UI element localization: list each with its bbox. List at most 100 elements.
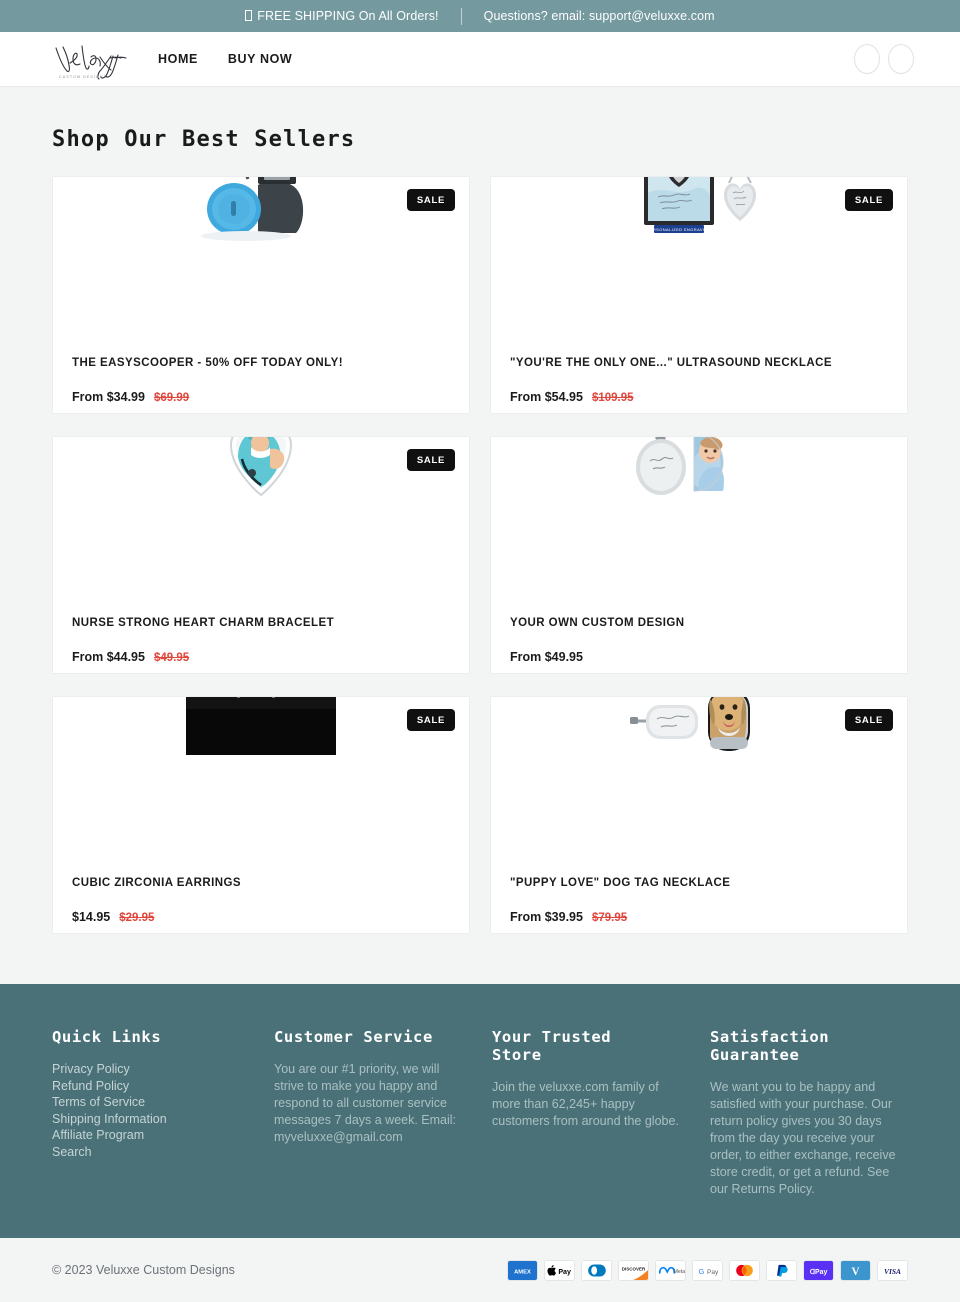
mastercard-icon	[729, 1259, 760, 1281]
logo-script-icon: CUSTOM DESIGNS	[55, 45, 127, 80]
site-header: CUSTOM DESIGNS HOME BUY NOW	[0, 32, 960, 87]
list-item[interactable]: Refund Policy	[52, 1078, 274, 1095]
copyright-text: © 2023 Veluxxe Custom Designs	[52, 1263, 235, 1277]
product-price-group: From $39.95 $79.95	[510, 910, 888, 924]
site-logo[interactable]: CUSTOM DESIGNS	[52, 37, 130, 81]
product-card[interactable]: SALE NURSE STRONG HEART CHARM BRACELET F…	[52, 436, 470, 674]
footer-heading: Satisfaction Guarantee	[710, 1028, 830, 1064]
footer-link-affiliate-program[interactable]: Affiliate Program	[52, 1127, 274, 1144]
footer-link-shipping-information[interactable]: Shipping Information	[52, 1111, 274, 1128]
bottom-bar: © 2023 Veluxxe Custom Designs AMEX Pay D…	[0, 1238, 960, 1302]
amex-icon: AMEX	[507, 1259, 538, 1281]
svg-text:Meta: Meta	[674, 1269, 685, 1275]
product-info: THE EASYSCOOPER - 50% OFF TODAY ONLY! Fr…	[53, 357, 469, 404]
product-image-custom-design	[636, 437, 724, 495]
product-compare-price: $69.99	[153, 392, 190, 404]
main-navigation: HOME BUY NOW	[158, 52, 292, 66]
product-price-group: From $34.99 $69.99	[72, 390, 450, 404]
product-title: CUBIC ZIRCONIA EARRINGS	[72, 877, 242, 889]
announcement-shipping-label: FREE SHIPPING On All Orders!	[257, 9, 439, 23]
product-card[interactable]: SALE PERSONALIZED ENGRAVING "YOU'RE THE …	[490, 176, 908, 414]
product-price-group: From $44.95 $49.95	[72, 650, 450, 664]
svg-text:VISA: VISA	[884, 1266, 901, 1275]
announcement-support: Questions? email: support@veluxxe.com	[483, 9, 715, 23]
nav-link-home[interactable]: HOME	[158, 52, 198, 66]
payment-methods-row: AMEX Pay DISCOVER Meta G Pay ᗡPay V VISA	[507, 1259, 908, 1281]
sale-badge: SALE	[406, 449, 455, 471]
product-compare-price: $29.95	[119, 912, 155, 924]
product-info: CUBIC ZIRCONIA EARRINGS $14.95 $29.95	[53, 877, 469, 924]
paypal-icon	[766, 1259, 797, 1281]
discover-icon: DISCOVER	[618, 1259, 649, 1281]
list-item[interactable]: Shipping Information	[52, 1111, 274, 1128]
main-content: Shop Our Best Sellers SALE THE EASYSCOOP…	[0, 87, 960, 934]
svg-text:PERSONALIZED ENGRAVING: PERSONALIZED ENGRAVING	[647, 227, 712, 232]
svg-text:G: G	[699, 1266, 705, 1275]
footer-body-text: You are our #1 priority, we will strive …	[274, 1062, 457, 1144]
product-card[interactable]: SALE	[490, 696, 908, 934]
product-image-easyscooper	[201, 177, 304, 241]
footer-heading: Quick Links	[52, 1028, 162, 1046]
search-icon[interactable]	[854, 44, 880, 74]
header-icon-group	[854, 44, 914, 74]
product-title: "YOU'RE THE ONLY ONE..." ULTRASOUND NECK…	[510, 357, 833, 369]
product-card[interactable]: YOUR OWN CUSTOM DESIGN From $49.95	[490, 436, 908, 674]
sale-badge: SALE	[406, 189, 455, 211]
cart-icon[interactable]	[888, 44, 914, 74]
product-grid: SALE THE EASYSCOOPER - 50% OFF TODAY ONL…	[52, 176, 908, 934]
product-image-nurse-bracelet	[229, 437, 293, 497]
product-price-group: From $49.95	[510, 650, 888, 664]
google-pay-icon: G Pay	[692, 1259, 723, 1281]
product-price: From $54.95	[510, 390, 583, 404]
page-title: Shop Our Best Sellers	[52, 127, 356, 152]
visa-icon: VISA	[877, 1259, 908, 1281]
sale-badge: SALE	[406, 709, 455, 731]
product-compare-price: $49.95	[153, 652, 190, 664]
product-info: NURSE STRONG HEART CHARM BRACELET From $…	[53, 617, 469, 664]
announcement-shipping: FREE SHIPPING On All Orders!	[223, 9, 460, 23]
product-image-cz-earrings	[186, 697, 336, 755]
footer-link-privacy-policy[interactable]: Privacy Policy	[52, 1061, 274, 1078]
footer-link-refund-policy[interactable]: Refund Policy	[52, 1078, 274, 1095]
product-price: From $49.95	[510, 650, 583, 664]
product-title: "PUPPY LOVE" DOG TAG NECKLACE	[510, 877, 731, 889]
list-item[interactable]: Affiliate Program	[52, 1127, 274, 1144]
venmo-icon: V	[840, 1259, 871, 1281]
diners-club-icon	[581, 1259, 612, 1281]
footer-heading: Customer Service	[274, 1028, 433, 1046]
nav-link-buy-now[interactable]: BUY NOW	[228, 52, 292, 66]
product-compare-price: $79.95	[591, 912, 628, 924]
footer-body-text: Join the veluxxe.com family of more than…	[492, 1080, 679, 1128]
product-price: From $44.95	[72, 650, 145, 664]
product-price: $14.95	[72, 910, 111, 924]
footer-column-customer-service: Customer Service You are our #1 priority…	[274, 1028, 492, 1198]
product-title: THE EASYSCOOPER - 50% OFF TODAY ONLY!	[72, 357, 343, 369]
footer-body-text: We want you to be happy and satisfied wi…	[710, 1080, 896, 1196]
list-item[interactable]: Search	[52, 1144, 274, 1161]
product-info: YOUR OWN CUSTOM DESIGN From $49.95	[491, 617, 907, 664]
footer-column-quick-links: Quick Links Privacy Policy Refund Policy…	[52, 1028, 274, 1198]
list-item[interactable]: Terms of Service	[52, 1094, 274, 1111]
product-card[interactable]: SALE	[52, 696, 470, 934]
sale-badge: SALE	[844, 709, 893, 731]
product-card[interactable]: SALE THE EASYSCOOPER - 50% OFF TODAY ONL…	[52, 176, 470, 414]
quick-links-list: Privacy Policy Refund Policy Terms of Se…	[52, 1061, 274, 1161]
product-price-group: From $54.95 $109.95	[510, 390, 888, 404]
product-title: NURSE STRONG HEART CHARM BRACELET	[72, 617, 335, 629]
product-image-ultrasound-necklace: PERSONALIZED ENGRAVING	[644, 177, 756, 233]
list-item[interactable]: Privacy Policy	[52, 1061, 274, 1078]
product-image[interactable]	[491, 437, 907, 587]
footer-heading: Your Trusted Store	[492, 1028, 612, 1064]
announcement-bar: FREE SHIPPING On All Orders! Questions? …	[0, 0, 960, 32]
svg-text:AMEX: AMEX	[514, 1269, 531, 1275]
svg-text:Pay: Pay	[558, 1267, 571, 1275]
svg-text:V: V	[851, 1266, 859, 1278]
shop-pay-icon: ᗡPay	[803, 1259, 834, 1281]
product-compare-price: $109.95	[591, 392, 634, 404]
missing-glyph-icon	[245, 10, 253, 21]
footer-column-trusted-store: Your Trusted Store Join the veluxxe.com …	[492, 1028, 710, 1198]
svg-text:ᗡPay: ᗡPay	[810, 1267, 828, 1275]
footer-link-search[interactable]: Search	[52, 1144, 274, 1161]
footer-link-terms-of-service[interactable]: Terms of Service	[52, 1094, 274, 1111]
product-title: YOUR OWN CUSTOM DESIGN	[510, 617, 685, 629]
